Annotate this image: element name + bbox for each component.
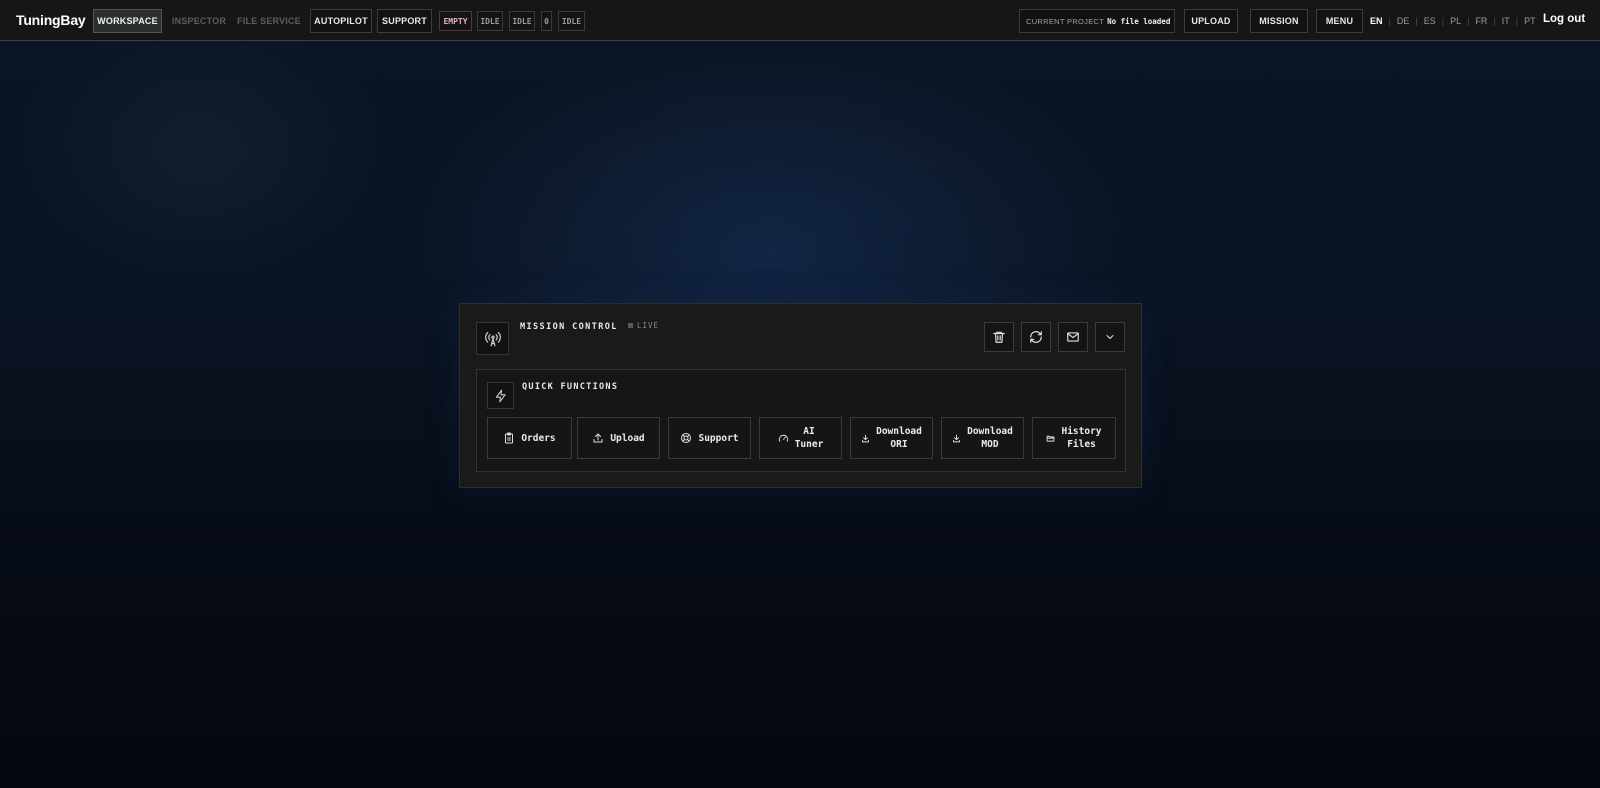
tab-inspector[interactable]: INSPECTOR <box>166 9 232 33</box>
lang-it[interactable]: IT <box>1502 16 1510 26</box>
app-logo[interactable]: TuningBay <box>16 12 86 28</box>
download-mod-button[interactable]: Download MOD <box>941 417 1024 459</box>
mail-button[interactable] <box>1058 322 1088 352</box>
status-chip-idle-1: IDLE <box>477 11 503 31</box>
trash-icon <box>993 331 1005 343</box>
upload-quick-button[interactable]: Upload <box>577 417 660 459</box>
lang-separator: | <box>1467 16 1470 26</box>
lang-fr[interactable]: FR <box>1475 16 1487 26</box>
live-indicator: LIVE <box>628 321 659 330</box>
lifebuoy-icon <box>681 433 692 443</box>
lang-separator: | <box>1388 16 1391 26</box>
lang-en[interactable]: EN <box>1370 16 1383 26</box>
upload-label: Upload <box>610 432 645 444</box>
status-chip-idle-3: IDLE <box>558 11 585 31</box>
live-dot <box>628 323 633 328</box>
lang-separator: | <box>1493 16 1496 26</box>
tab-file-service[interactable]: FILE SERVICE <box>236 9 302 33</box>
support-label: Support <box>698 432 739 444</box>
refresh-button[interactable] <box>1021 322 1051 352</box>
mail-icon <box>1067 332 1079 342</box>
quick-functions-title: QUICK FUNCTIONS <box>522 382 619 392</box>
ai-tuner-button[interactable]: AI Tuner <box>759 417 842 459</box>
broadcast-icon <box>476 322 509 355</box>
download-mod-label: Download MOD <box>967 426 1013 450</box>
tab-autopilot[interactable]: AUTOPILOT <box>310 9 372 33</box>
current-project: CURRENT PROJECT No file loaded <box>1019 9 1175 33</box>
gauge-icon <box>778 434 788 442</box>
lang-separator: | <box>1515 16 1519 26</box>
download-icon <box>862 434 870 442</box>
folder-icon <box>1047 435 1055 442</box>
orders-label: Orders <box>521 432 556 444</box>
logout-link[interactable]: Log out <box>1543 13 1585 25</box>
lang-pl[interactable]: PL <box>1450 16 1461 26</box>
status-chip-idle-2: IDLE <box>509 11 535 31</box>
orders-button[interactable]: Orders <box>487 417 572 459</box>
language-switcher: EN | DE | ES | PL | FR | IT | PT <box>1370 14 1536 28</box>
mission-button[interactable]: MISSION <box>1250 9 1308 33</box>
support-quick-button[interactable]: Support <box>668 417 751 459</box>
chevron-down-icon <box>1106 335 1114 339</box>
clear-button[interactable] <box>984 322 1014 352</box>
history-files-button[interactable]: History Files <box>1032 417 1116 459</box>
download-icon <box>953 434 961 442</box>
ai-tuner-label: AI Tuner <box>794 426 824 450</box>
refresh-icon <box>1030 331 1042 343</box>
current-project-value: No file loaded <box>1107 16 1171 26</box>
collapse-button[interactable] <box>1095 322 1125 352</box>
lang-separator: | <box>1415 16 1418 26</box>
quick-functions-section: QUICK FUNCTIONS Orders Upload Support AI… <box>476 369 1126 472</box>
lang-separator: | <box>1441 16 1445 26</box>
tab-support[interactable]: SUPPORT <box>377 9 432 33</box>
live-label: LIVE <box>637 321 660 330</box>
clipboard-icon <box>505 432 514 444</box>
top-bar: TuningBay WORKSPACE INSPECTOR FILE SERVI… <box>0 0 1600 41</box>
lang-es[interactable]: ES <box>1424 16 1436 26</box>
status-chip-count: 0 <box>541 11 552 31</box>
upload-button[interactable]: UPLOAD <box>1184 9 1238 33</box>
menu-button[interactable]: MENU <box>1316 9 1363 33</box>
mission-control-panel: MISSION CONTROL LIVE QUICK FUNCTIONS Ord… <box>459 303 1142 488</box>
upload-icon <box>593 433 603 443</box>
download-ori-button[interactable]: Download ORI <box>850 417 933 459</box>
history-files-label: History Files <box>1061 426 1102 450</box>
lang-de[interactable]: DE <box>1397 16 1410 26</box>
download-ori-label: Download ORI <box>876 426 922 450</box>
current-project-label: CURRENT PROJECT <box>1026 16 1105 26</box>
status-chip-empty: EMPTY <box>439 11 472 31</box>
tab-workspace[interactable]: WORKSPACE <box>93 9 162 33</box>
lang-pt[interactable]: PT <box>1524 16 1536 26</box>
bolt-icon <box>487 382 514 409</box>
mission-control-title: MISSION CONTROL <box>520 322 618 332</box>
